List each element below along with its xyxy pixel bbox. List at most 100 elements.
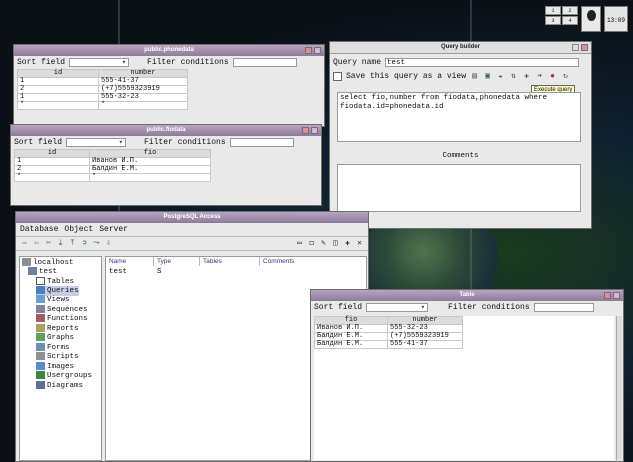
tree-item-diagrams[interactable]: Diagrams bbox=[36, 381, 83, 391]
open-icon[interactable]: ▤ bbox=[470, 72, 479, 81]
print-icon[interactable]: ◫ bbox=[331, 239, 340, 248]
close-icon[interactable] bbox=[581, 44, 588, 51]
workspace-2[interactable]: 2 bbox=[562, 6, 578, 15]
close-query-icon[interactable]: ↻ bbox=[561, 72, 570, 81]
close-icon[interactable] bbox=[302, 127, 309, 134]
close-db-icon[interactable]: ⇦ bbox=[32, 239, 41, 248]
import-icon[interactable]: ✂ bbox=[44, 239, 53, 248]
result-grid-area[interactable]: fio number Иванов И.П. 555-32-23 Балдин Е… bbox=[314, 316, 614, 460]
sort-field-label: Sort field bbox=[14, 138, 63, 147]
menu-database[interactable]: Database bbox=[20, 225, 58, 234]
filter-conditions-input[interactable] bbox=[533, 303, 594, 312]
comments-textarea[interactable] bbox=[337, 164, 581, 212]
menu-object[interactable]: Object bbox=[64, 225, 93, 234]
close-icon[interactable] bbox=[305, 47, 312, 54]
query-name-label: Query name bbox=[333, 58, 382, 67]
workspace-pager[interactable]: 1 2 bbox=[545, 6, 578, 15]
workspace-3[interactable]: 3 bbox=[545, 16, 561, 25]
vertical-scrollbar[interactable] bbox=[616, 316, 622, 460]
maximize-icon[interactable] bbox=[311, 127, 318, 134]
phonedata-grid[interactable]: id number 1 555-41-37 2 (+7)5559323919 1 55… bbox=[17, 69, 188, 110]
query-name-input[interactable]: test bbox=[385, 58, 580, 67]
table-title: Table bbox=[459, 292, 475, 298]
table-result-window[interactable]: Table Sort field Filter conditions fio n… bbox=[310, 289, 624, 462]
add-object-icon[interactable]: ✚ bbox=[343, 239, 352, 248]
filter-conditions-label: Filter conditions bbox=[144, 138, 226, 147]
workspace-4[interactable]: 4 bbox=[562, 16, 578, 25]
design-icon[interactable]: ✎ bbox=[319, 239, 328, 248]
column-header-type[interactable]: Type bbox=[154, 257, 200, 266]
tree-item-scripts[interactable]: Scripts bbox=[36, 352, 79, 362]
add-icon[interactable]: ✚ bbox=[522, 72, 531, 81]
table-row[interactable]: * * bbox=[17, 101, 188, 110]
filter-conditions-label: Filter conditions bbox=[448, 303, 530, 312]
pgaccess-titlebar[interactable]: PostgreSQL Access bbox=[16, 212, 368, 223]
object-tree[interactable]: localhost test Tables Queries Views Sequ… bbox=[19, 256, 102, 461]
fiodata-titlebar[interactable]: public.fiodata bbox=[11, 125, 321, 136]
preferences-icon[interactable]: ⤳ bbox=[92, 239, 101, 248]
penguin-icon[interactable] bbox=[581, 6, 601, 32]
column-header-comments[interactable]: Comments bbox=[260, 257, 360, 266]
tree-item-functions[interactable]: Functions bbox=[36, 314, 88, 324]
column-header-tables[interactable]: Tables bbox=[200, 257, 260, 266]
save-as-view-checkbox[interactable] bbox=[333, 72, 342, 81]
tree-item-graphs[interactable]: Graphs bbox=[36, 333, 74, 343]
menu-bar: Database Object Server bbox=[16, 223, 368, 236]
column-header-name[interactable]: Name bbox=[106, 257, 154, 266]
clock-widget: 13:09 bbox=[604, 6, 628, 32]
stop-icon[interactable]: ● bbox=[548, 72, 557, 81]
sort-field-select[interactable] bbox=[366, 303, 429, 312]
menu-server[interactable]: Server bbox=[99, 225, 128, 234]
filter-icon[interactable]: ◒ bbox=[496, 72, 505, 81]
fiodata-window[interactable]: public.fiodata Sort field Filter conditi… bbox=[10, 124, 322, 206]
list-item[interactable]: test S bbox=[106, 268, 200, 276]
table-titlebar[interactable]: Table bbox=[311, 290, 623, 301]
close-icon[interactable] bbox=[604, 292, 611, 299]
result-grid[interactable]: fio number Иванов И.П. 555-32-23 Балдин Е… bbox=[314, 316, 463, 349]
column-header-id[interactable]: id bbox=[17, 69, 99, 78]
minimize-icon[interactable] bbox=[572, 44, 579, 51]
table-row[interactable]: * * bbox=[14, 173, 211, 182]
find-icon[interactable]: ➲ bbox=[80, 239, 89, 248]
sql-line: fiodata.id=phonedata.id bbox=[340, 103, 444, 111]
maximize-icon[interactable] bbox=[613, 292, 620, 299]
pgaccess-title: PostgreSQL Access bbox=[163, 214, 221, 220]
tree-item-database[interactable]: test bbox=[28, 267, 57, 277]
table-row[interactable]: Балдин Е.М. 555-41-37 bbox=[314, 340, 463, 349]
new-icon[interactable]: ◻ bbox=[307, 239, 316, 248]
sort-field-label: Sort field bbox=[17, 58, 66, 67]
open-db-icon[interactable]: ⇨ bbox=[20, 239, 29, 248]
filter-conditions-input[interactable] bbox=[232, 58, 297, 67]
sort-field-label: Sort field bbox=[314, 303, 363, 312]
workspace-pager-row2[interactable]: 3 4 bbox=[545, 16, 578, 25]
fiodata-title: public.fiodata bbox=[146, 127, 186, 133]
query-builder-window[interactable]: Query builder Query name test Save this … bbox=[329, 41, 592, 229]
object-list-header: Name Type Tables Comments bbox=[106, 257, 360, 266]
query-builder-titlebar[interactable]: Query builder bbox=[330, 42, 591, 54]
tree-item-usergroups[interactable]: Usergroups bbox=[36, 371, 92, 381]
table-row[interactable]: 2 Балдин Е.М. bbox=[14, 165, 211, 174]
maximize-icon[interactable] bbox=[314, 47, 321, 54]
fiodata-grid[interactable]: id fio 1 Иванов И.П. 2 Балдин Е.М. * * bbox=[14, 149, 211, 182]
phonedata-window[interactable]: public.phonedata Sort field Filter condi… bbox=[13, 44, 325, 127]
sort-icon[interactable]: ⇅ bbox=[509, 72, 518, 81]
query-builder-title: Query builder bbox=[440, 44, 480, 50]
comments-label: Comments bbox=[442, 152, 479, 160]
sort-field-select[interactable] bbox=[69, 58, 130, 67]
filter-conditions-label: Filter conditions bbox=[147, 58, 229, 67]
save-icon[interactable]: ▣ bbox=[483, 72, 492, 81]
sql-editor[interactable]: select fio,number from fiodata,phonedata… bbox=[337, 92, 581, 142]
copy-icon[interactable]: ▭ bbox=[295, 239, 304, 248]
save-as-view-label: Save this query as a view bbox=[346, 72, 467, 81]
tree-item-views[interactable]: Views bbox=[36, 295, 70, 305]
help-icon[interactable]: ⇩ bbox=[104, 239, 113, 248]
phonedata-titlebar[interactable]: public.phonedata bbox=[14, 45, 324, 56]
sort-field-select[interactable] bbox=[66, 138, 127, 147]
workspace-1[interactable]: 1 bbox=[545, 6, 561, 15]
execute-icon[interactable]: ➜ bbox=[535, 72, 544, 81]
filter-conditions-input[interactable] bbox=[229, 138, 294, 147]
export-icon[interactable]: ⤓ bbox=[56, 239, 65, 248]
column-header-id[interactable]: id bbox=[14, 149, 90, 158]
delete-icon[interactable]: ✕ bbox=[355, 239, 364, 248]
vacuum-icon[interactable]: ⤒ bbox=[68, 239, 77, 248]
